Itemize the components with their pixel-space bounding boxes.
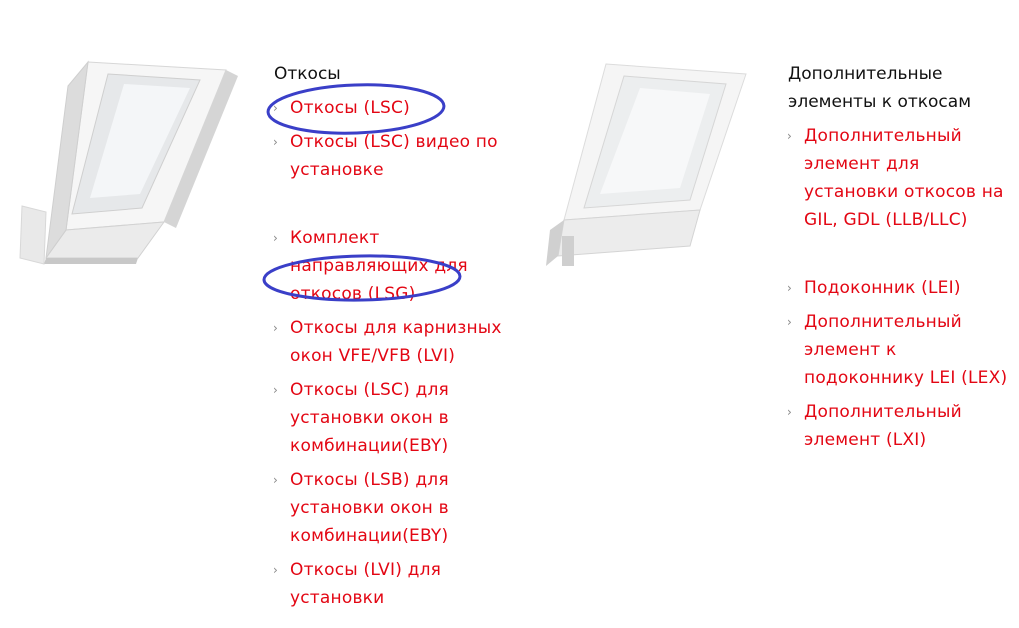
- list-item: › Дополнительный элемент для установки о…: [784, 122, 1009, 234]
- chevron-right-icon: ›: [273, 321, 278, 335]
- list-item: › Дополнительный элемент (LXI): [784, 398, 1009, 454]
- chevron-right-icon: ›: [787, 281, 792, 295]
- chevron-right-icon: ›: [273, 473, 278, 487]
- list-item: › Откосы (LVI) для установки: [270, 556, 510, 612]
- dop-elementy-link-list: › Дополнительный элемент для установки о…: [784, 122, 1009, 460]
- link-otkosy-lvi[interactable]: Откосы для карнизных окон VFE/VFB (LVI): [290, 314, 510, 370]
- chevron-right-icon: ›: [787, 129, 792, 143]
- list-item: › Откосы (LSC) для установки окон в комб…: [270, 376, 510, 460]
- list-item: › Откосы (LSC): [270, 94, 510, 122]
- list-item: › Комплект направляющих для откосов (LSG…: [270, 224, 510, 308]
- chevron-right-icon: ›: [273, 563, 278, 577]
- link-dop-element-llb-llc[interactable]: Дополнительный элемент для установки отк…: [804, 122, 1009, 234]
- chevron-right-icon: ›: [273, 135, 278, 149]
- list-item: › Откосы (LSC) видео по установке: [270, 128, 510, 184]
- section-title-dop-elementy: Дополнительные элементы к откосам: [788, 64, 972, 112]
- link-komplekt-lsg[interactable]: Комплект направляющих для откосов (LSG): [290, 224, 510, 308]
- list-item: › Откосы для карнизных окон VFE/VFB (LVI…: [270, 314, 510, 370]
- chevron-right-icon: ›: [273, 101, 278, 115]
- roof-window-lining-icon: [19, 60, 238, 265]
- section-title-otkosy: Откосы: [274, 64, 341, 84]
- chevron-right-icon: ›: [787, 405, 792, 419]
- link-otkosy-lsc[interactable]: Откосы (LSC): [290, 94, 510, 122]
- chevron-right-icon: ›: [273, 231, 278, 245]
- chevron-right-icon: ›: [787, 315, 792, 329]
- list-item: › Откосы (LSB) для установки окон в комб…: [270, 466, 510, 550]
- chevron-right-icon: ›: [273, 383, 278, 397]
- link-otkosy-lsc-eby[interactable]: Откосы (LSC) для установки окон в комбин…: [290, 376, 510, 460]
- link-dop-element-lxi[interactable]: Дополнительный элемент (LXI): [804, 398, 1009, 454]
- link-otkosy-lsc-video[interactable]: Откосы (LSC) видео по установке: [290, 128, 510, 184]
- roof-window-lining-accessory-icon: [546, 63, 747, 266]
- list-item: › Подоконник (LEI): [784, 274, 1009, 302]
- link-otkosy-lvi-ustanovka[interactable]: Откосы (LVI) для установки: [290, 556, 510, 612]
- link-dop-element-lex[interactable]: Дополнительный элемент к подоконнику LEI…: [804, 308, 1009, 392]
- list-item: › Дополнительный элемент к подоконнику L…: [784, 308, 1009, 392]
- link-podokonnik-lei[interactable]: Подоконник (LEI): [804, 274, 1009, 302]
- otkosy-link-list: › Откосы (LSC) › Откосы (LSC) видео по у…: [270, 94, 510, 618]
- link-otkosy-lsb-eby[interactable]: Откосы (LSB) для установки окон в комбин…: [290, 466, 510, 550]
